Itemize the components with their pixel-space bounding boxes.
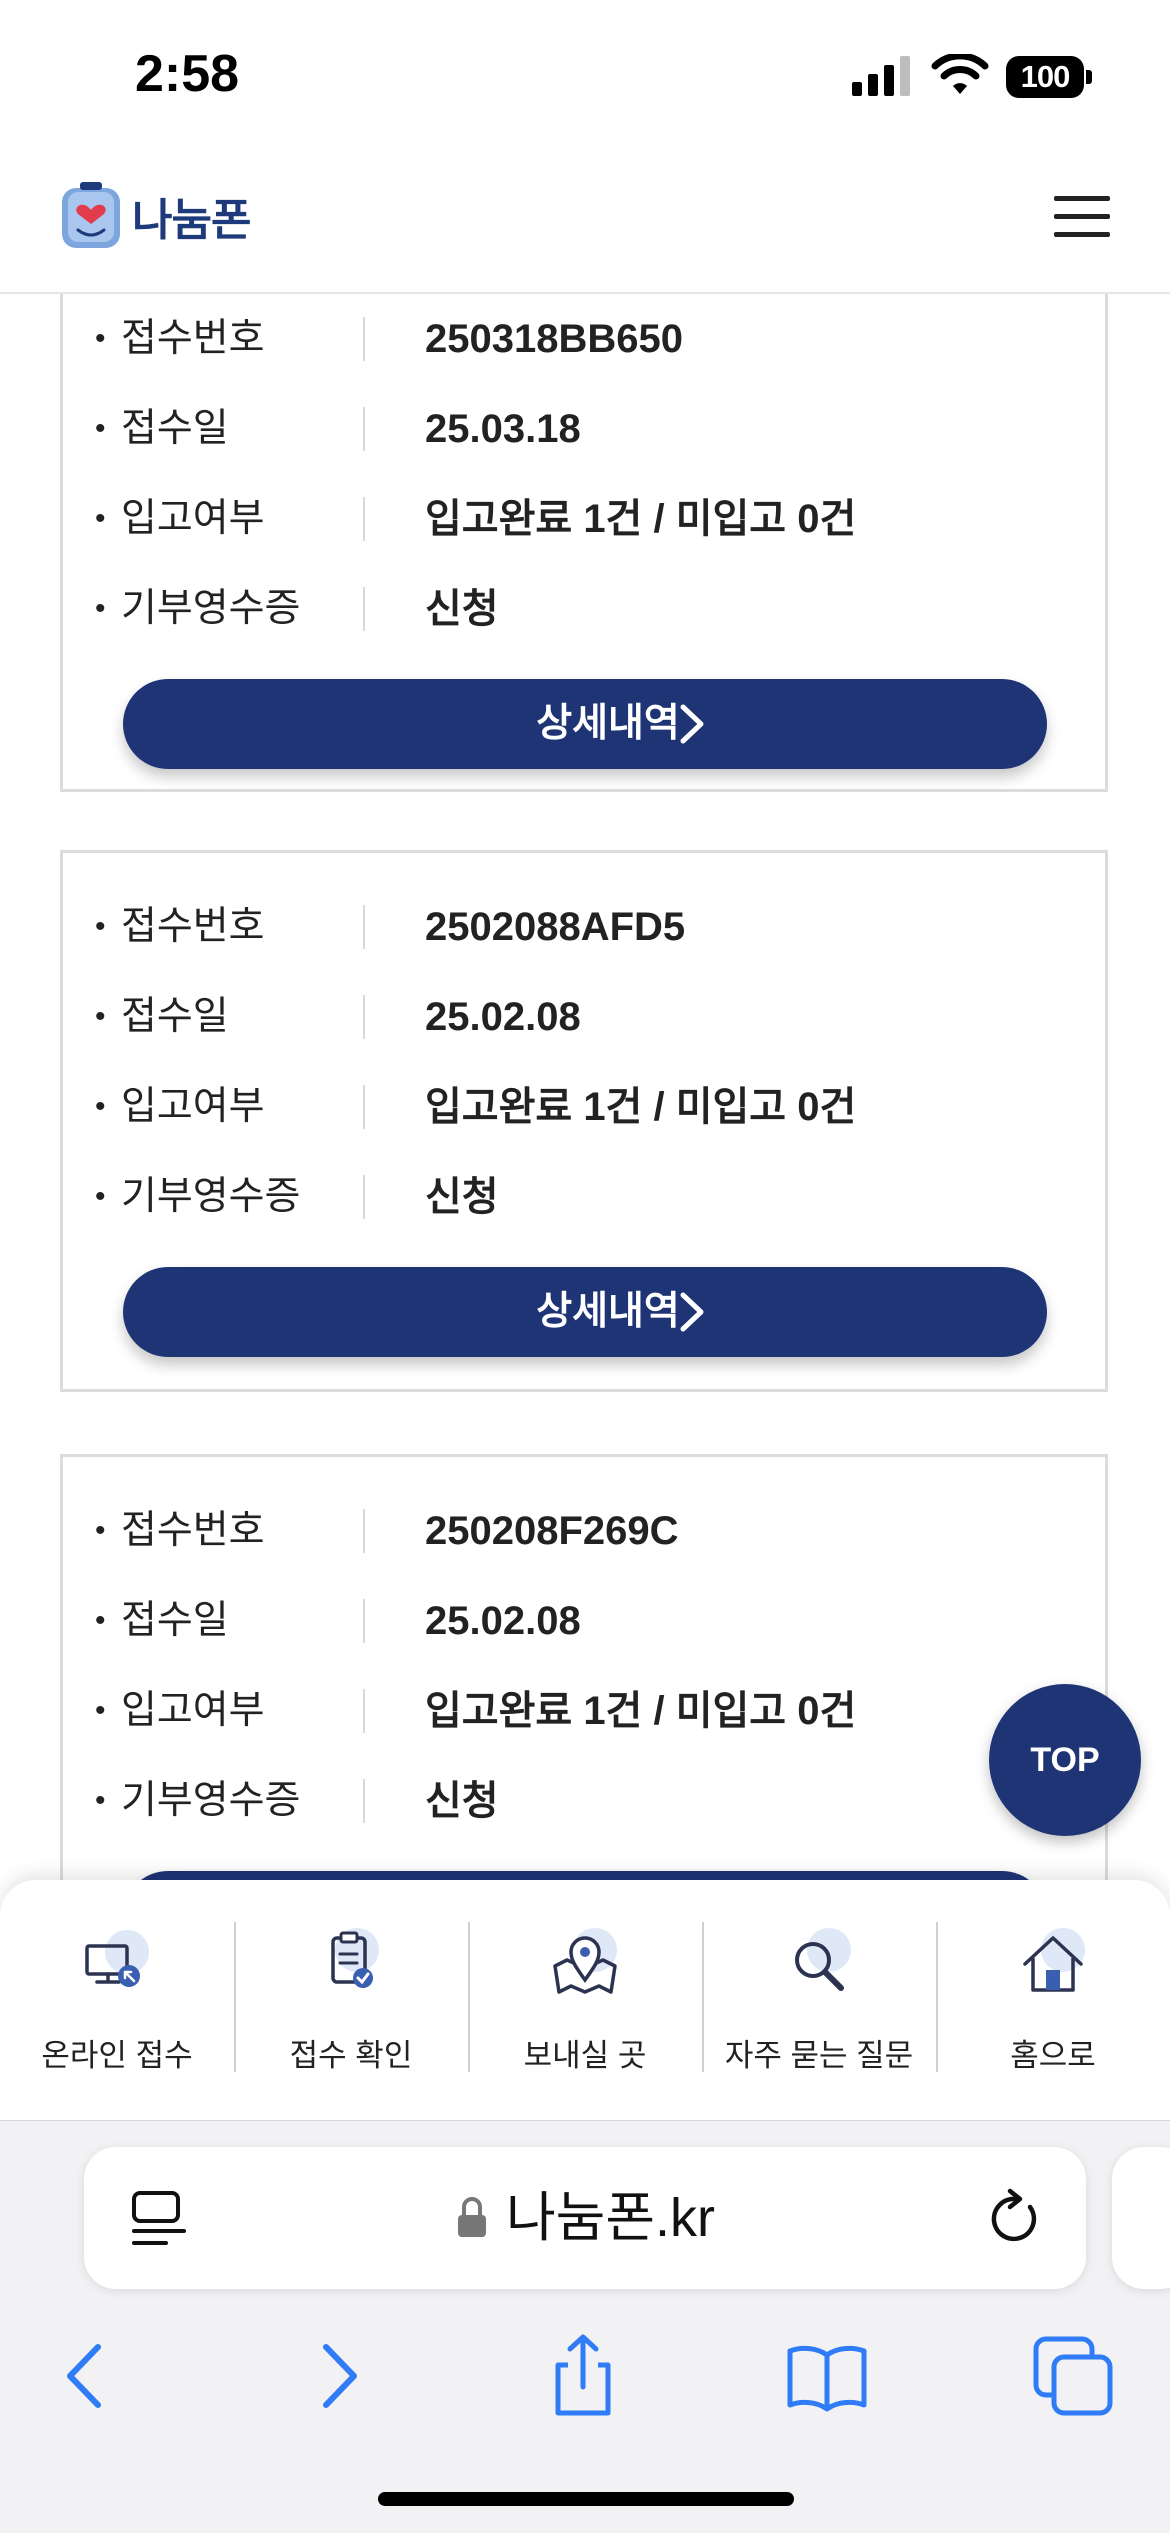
receipt-number-value: 250208F269C bbox=[425, 1509, 679, 1553]
receipt-date-value: 25.03.18 bbox=[425, 407, 581, 451]
nav-receipt-check[interactable]: 접수 확인 bbox=[234, 1880, 468, 2120]
receipt-number-value: 250318BB650 bbox=[425, 317, 683, 361]
detail-button[interactable]: 상세내역 bbox=[123, 1871, 1047, 1880]
receipt-number-label: 접수번호 bbox=[95, 897, 264, 957]
cellular-signal-icon bbox=[852, 56, 910, 96]
battery-icon: 100 bbox=[1006, 56, 1092, 98]
browser-toolbar: 나눔폰.kr bbox=[0, 2120, 1170, 2533]
receipt-number-row: 접수번호 2502088AFD5 bbox=[63, 897, 1111, 957]
site-header: 나눔폰 bbox=[0, 150, 1170, 294]
receipt-number-row: 접수번호 250208F269C bbox=[63, 1501, 1111, 1561]
nav-online-application-label: 온라인 접수 bbox=[41, 2038, 193, 2073]
address-bar[interactable]: 나눔폰.kr bbox=[84, 2147, 1086, 2289]
home-indicator bbox=[378, 2492, 794, 2506]
receipt-card: 접수번호 2502088AFD5 접수일 25.02.08 입고여부 입고완료 … bbox=[60, 850, 1108, 1392]
stock-status-row: 입고여부 입고완료 1건 / 미입고 0건 bbox=[63, 1077, 1111, 1137]
page-menu-icon[interactable] bbox=[130, 2187, 188, 2249]
receipt-card: 접수번호 250208F269C 접수일 25.02.08 입고여부 입고완료 … bbox=[60, 1454, 1108, 1880]
receipt-list: 접수번호 250318BB650 접수일 25.03.18 입고여부 입고완료 … bbox=[0, 294, 1170, 1880]
nav-shipping-address[interactable]: 보내실 곳 bbox=[468, 1880, 702, 2120]
nav-faq-label: 자주 묻는 질문 bbox=[724, 2038, 914, 2073]
status-bar: 2:58 100 bbox=[0, 0, 1170, 150]
chevron-right-icon bbox=[680, 704, 704, 744]
donation-receipt-value: 신청 bbox=[425, 1175, 499, 1219]
computer-cursor-icon bbox=[85, 1930, 149, 1987]
receipt-date-row: 접수일 25.03.18 bbox=[63, 399, 1111, 459]
share-icon[interactable] bbox=[538, 2331, 628, 2421]
reload-icon[interactable] bbox=[986, 2187, 1044, 2249]
battery-level: 100 bbox=[1006, 56, 1084, 98]
donation-receipt-value: 신청 bbox=[425, 1779, 499, 1823]
detail-button[interactable]: 상세내역 bbox=[123, 1267, 1047, 1357]
donation-receipt-row: 기부영수증 신청 bbox=[63, 1771, 1111, 1831]
back-arrow-icon[interactable] bbox=[40, 2331, 130, 2421]
quick-nav-bar: 온라인 접수 접수 확인 보내실 곳 자주 묻는 질문 홈으로 bbox=[0, 1880, 1170, 2120]
receipt-number-row: 접수번호 250318BB650 bbox=[63, 309, 1111, 369]
heart-phone-mascot-icon[interactable] bbox=[58, 180, 124, 250]
detail-button-label: 상세내역 bbox=[536, 1290, 680, 1333]
stock-status-value: 입고완료 1건 / 미입고 0건 bbox=[425, 497, 857, 541]
detail-button-label: 상세내역 bbox=[536, 702, 680, 745]
nav-shipping-address-label: 보내실 곳 bbox=[523, 2038, 647, 2073]
stock-status-label: 입고여부 bbox=[95, 489, 264, 549]
detail-button[interactable]: 상세내역 bbox=[123, 679, 1047, 769]
nav-receipt-check-label: 접수 확인 bbox=[289, 2038, 413, 2073]
receipt-date-label: 접수일 bbox=[95, 399, 229, 459]
receipt-number-label: 접수번호 bbox=[95, 309, 264, 369]
chevron-right-icon bbox=[680, 1292, 704, 1332]
nav-faq[interactable]: 자주 묻는 질문 bbox=[702, 1880, 936, 2120]
receipt-date-label: 접수일 bbox=[95, 987, 229, 1047]
donation-receipt-value: 신청 bbox=[425, 587, 499, 631]
receipt-card: 접수번호 250318BB650 접수일 25.03.18 입고여부 입고완료 … bbox=[60, 294, 1108, 792]
bookmarks-icon[interactable] bbox=[782, 2331, 872, 2421]
receipt-date-label: 접수일 bbox=[95, 1591, 229, 1651]
home-icon bbox=[1023, 1928, 1085, 1992]
donation-receipt-label: 기부영수증 bbox=[95, 579, 300, 639]
stock-status-row: 입고여부 입고완료 1건 / 미입고 0건 bbox=[63, 489, 1111, 549]
receipt-date-row: 접수일 25.02.08 bbox=[63, 1591, 1111, 1651]
donation-receipt-label: 기부영수증 bbox=[95, 1771, 300, 1831]
site-logo-text[interactable]: 나눔폰 bbox=[132, 184, 251, 248]
clipboard-check-icon bbox=[331, 1928, 379, 1988]
stock-status-row: 입고여부 입고완료 1건 / 미입고 0건 bbox=[63, 1681, 1111, 1741]
receipt-date-row: 접수일 25.02.08 bbox=[63, 987, 1111, 1047]
stock-status-label: 입고여부 bbox=[95, 1077, 264, 1137]
nav-home[interactable]: 홈으로 bbox=[936, 1880, 1170, 2120]
lock-icon bbox=[458, 2197, 486, 2237]
receipt-number-label: 접수번호 bbox=[95, 1501, 264, 1561]
detail-button-label: 상세내역 bbox=[123, 1871, 1023, 1880]
stock-status-value: 입고완료 1건 / 미입고 0건 bbox=[425, 1689, 857, 1733]
forward-arrow-icon[interactable] bbox=[294, 2331, 384, 2421]
nav-online-application[interactable]: 온라인 접수 bbox=[0, 1880, 234, 2120]
status-time: 2:58 bbox=[135, 45, 240, 103]
donation-receipt-row: 기부영수증 신청 bbox=[63, 1167, 1111, 1227]
donation-receipt-row: 기부영수증 신청 bbox=[63, 579, 1111, 639]
donation-receipt-label: 기부영수증 bbox=[95, 1167, 300, 1227]
url-text: 나눔폰.kr bbox=[506, 2188, 716, 2248]
nav-home-label: 홈으로 bbox=[1010, 2038, 1096, 2073]
map-pin-icon bbox=[553, 1928, 617, 1994]
stock-status-label: 입고여부 bbox=[95, 1681, 264, 1741]
wifi-icon bbox=[931, 54, 989, 94]
next-tab-peek[interactable] bbox=[1112, 2147, 1170, 2289]
hamburger-menu-icon[interactable] bbox=[1054, 194, 1110, 240]
magnifier-icon bbox=[795, 1928, 851, 1991]
receipt-date-value: 25.02.08 bbox=[425, 1599, 581, 1643]
tabs-icon[interactable] bbox=[1028, 2331, 1118, 2421]
receipt-number-value: 2502088AFD5 bbox=[425, 905, 686, 949]
receipt-date-value: 25.02.08 bbox=[425, 995, 581, 1039]
scroll-to-top-button[interactable]: TOP bbox=[989, 1684, 1141, 1836]
stock-status-value: 입고완료 1건 / 미입고 0건 bbox=[425, 1085, 857, 1129]
